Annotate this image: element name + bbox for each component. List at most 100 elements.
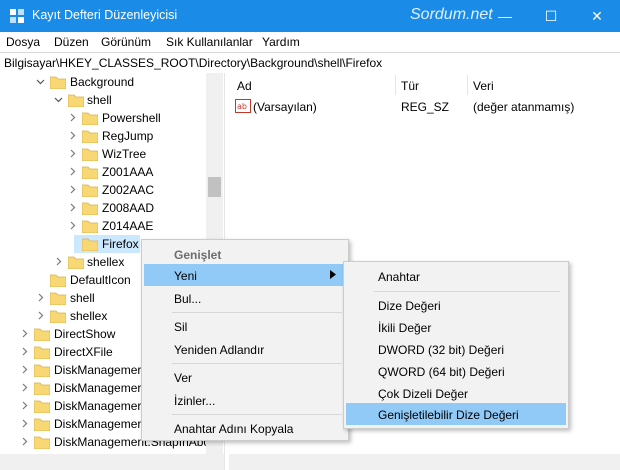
chevron-right-icon[interactable] [20, 419, 29, 428]
chevron-right-icon[interactable] [68, 185, 77, 194]
folder-icon [82, 112, 98, 125]
submenu-item-expandable-string-value[interactable]: Genişletilebilir Dize Değeri [346, 403, 566, 425]
folder-icon [82, 166, 98, 179]
menu-item-new[interactable]: Yeni [144, 264, 346, 286]
chevron-right-icon[interactable] [20, 365, 29, 374]
menu-yardim[interactable]: Yardım [262, 35, 300, 49]
chevron-right-icon[interactable] [68, 167, 77, 176]
chevron-down-icon[interactable] [54, 95, 63, 104]
chevron-down-icon[interactable] [36, 77, 45, 86]
folder-icon [82, 148, 98, 161]
ab-string-icon: ab [235, 99, 251, 113]
menu-separator [172, 312, 342, 313]
folder-icon [50, 76, 66, 89]
menu-sik-kullanilanlar[interactable]: Sık Kullanılanlar [166, 35, 253, 49]
folder-icon [34, 346, 50, 359]
value-type: REG_SZ [401, 100, 450, 114]
menu-item-permissions[interactable]: İzinler... [144, 389, 346, 411]
title-bar: Kayıt Defteri Düzenleyicisi Sordum.net —… [0, 0, 620, 32]
submenu-item-binary-value[interactable]: İkili Değer [346, 316, 566, 338]
tree-item-label: Z002AAC [102, 183, 155, 197]
menu-item-delete[interactable]: Sil [144, 315, 346, 337]
chevron-right-icon[interactable] [20, 437, 29, 446]
tree-item-label: DirectShow [54, 327, 116, 341]
folder-icon [50, 274, 66, 287]
tree-horizontal-scrollbar[interactable] [0, 454, 224, 470]
chevron-right-icon[interactable] [20, 329, 29, 338]
tree-item-label: DiskManagemer [54, 399, 142, 413]
menu-separator [172, 414, 342, 415]
tree-item-label: shell [70, 291, 95, 305]
menu-separator [374, 291, 560, 292]
chevron-right-icon[interactable] [20, 347, 29, 356]
chevron-right-icon[interactable] [68, 221, 77, 230]
folder-icon [34, 364, 50, 377]
folder-icon [82, 202, 98, 215]
column-header-type[interactable]: Tür [401, 79, 419, 93]
tree-item-label: DefaultIcon [70, 273, 131, 287]
chevron-right-icon[interactable] [20, 401, 29, 410]
chevron-right-icon[interactable] [36, 311, 45, 320]
folder-icon [82, 184, 98, 197]
chevron-right-icon[interactable] [68, 113, 77, 122]
list-horizontal-scrollbar[interactable] [229, 454, 620, 470]
chevron-right-icon[interactable] [68, 131, 77, 140]
menu-duzen[interactable]: Düzen [54, 35, 89, 49]
menu-gorunum[interactable]: Görünüm [101, 35, 151, 49]
menu-item-export[interactable]: Ver [144, 366, 346, 388]
chevron-right-icon[interactable] [36, 293, 45, 302]
column-divider[interactable] [467, 75, 468, 95]
folder-icon [82, 130, 98, 143]
folder-icon [34, 328, 50, 341]
tree-item-label: WizTree [102, 147, 147, 161]
scrollbar-thumb[interactable] [208, 177, 221, 197]
context-menu: Genişlet Yeni Bul... Sil Yeniden Adlandı… [141, 239, 349, 441]
chevron-right-icon[interactable] [68, 149, 77, 158]
value-name: (Varsayılan) [253, 100, 317, 114]
tree-item-label: Z008AAD [102, 201, 155, 215]
column-header-data[interactable]: Veri [473, 79, 494, 93]
menu-item-copy-key-name[interactable]: Anahtar Adını Kopyala [144, 417, 346, 439]
close-icon: ✕ [591, 8, 603, 24]
close-button[interactable]: ✕ [574, 0, 620, 32]
tree-item-label: DiskManagemer [54, 381, 142, 395]
submenu-item-string-value[interactable]: Dize Değeri [346, 294, 566, 316]
column-header-name[interactable]: Ad [237, 79, 252, 93]
menu-separator [172, 363, 342, 364]
tree-item-label: DirectXFile [54, 345, 113, 359]
chevron-right-icon[interactable] [20, 383, 29, 392]
folder-icon [82, 238, 98, 251]
maximize-button[interactable]: ☐ [528, 0, 574, 32]
address-bar[interactable]: Bilgisayar\HKEY_CLASSES_ROOT\Directory\B… [0, 52, 620, 74]
submenu-item-key[interactable]: Anahtar [346, 265, 566, 287]
tree-item-label: Background [70, 75, 135, 89]
submenu-item-multi-string-value[interactable]: Çok Dizeli Değer [346, 382, 566, 404]
new-submenu: Anahtar Dize Değeri İkili Değer DWORD (3… [343, 261, 569, 429]
tree-item-label: shellex [87, 255, 125, 269]
submenu-item-dword-value[interactable]: DWORD (32 bit) Değeri [346, 338, 566, 360]
folder-icon [34, 400, 50, 413]
value-data: (değer atanmamış) [473, 100, 575, 114]
maximize-icon: ☐ [544, 8, 558, 24]
menu-item-expand[interactable]: Genişlet [144, 243, 346, 265]
menu-bar: Dosya Düzen Görünüm Sık Kullanılanlar Ya… [0, 32, 620, 52]
tree-item-label: Firefox [102, 237, 139, 251]
menu-item-find[interactable]: Bul... [144, 287, 346, 309]
folder-icon [82, 220, 98, 233]
svg-text:ab: ab [237, 102, 247, 111]
tree-item-label: DiskManagemer [54, 363, 142, 377]
column-divider[interactable] [395, 75, 396, 95]
minimize-button[interactable]: — [482, 0, 528, 32]
chevron-right-icon[interactable] [68, 203, 77, 212]
tree-item-label: Z001AAA [102, 165, 154, 179]
folder-icon [34, 436, 50, 449]
submenu-item-qword-value[interactable]: QWORD (64 bit) Değeri [346, 360, 566, 382]
folder-icon [34, 418, 50, 431]
chevron-right-icon[interactable] [54, 257, 63, 266]
folder-icon [50, 310, 66, 323]
submenu-arrow-icon [330, 270, 336, 279]
menu-item-rename[interactable]: Yeniden Adlandır [144, 338, 346, 360]
watermark-text: Sordum.net [410, 6, 493, 23]
menu-dosya[interactable]: Dosya [6, 35, 40, 49]
tree-item-label: Powershell [102, 111, 161, 125]
